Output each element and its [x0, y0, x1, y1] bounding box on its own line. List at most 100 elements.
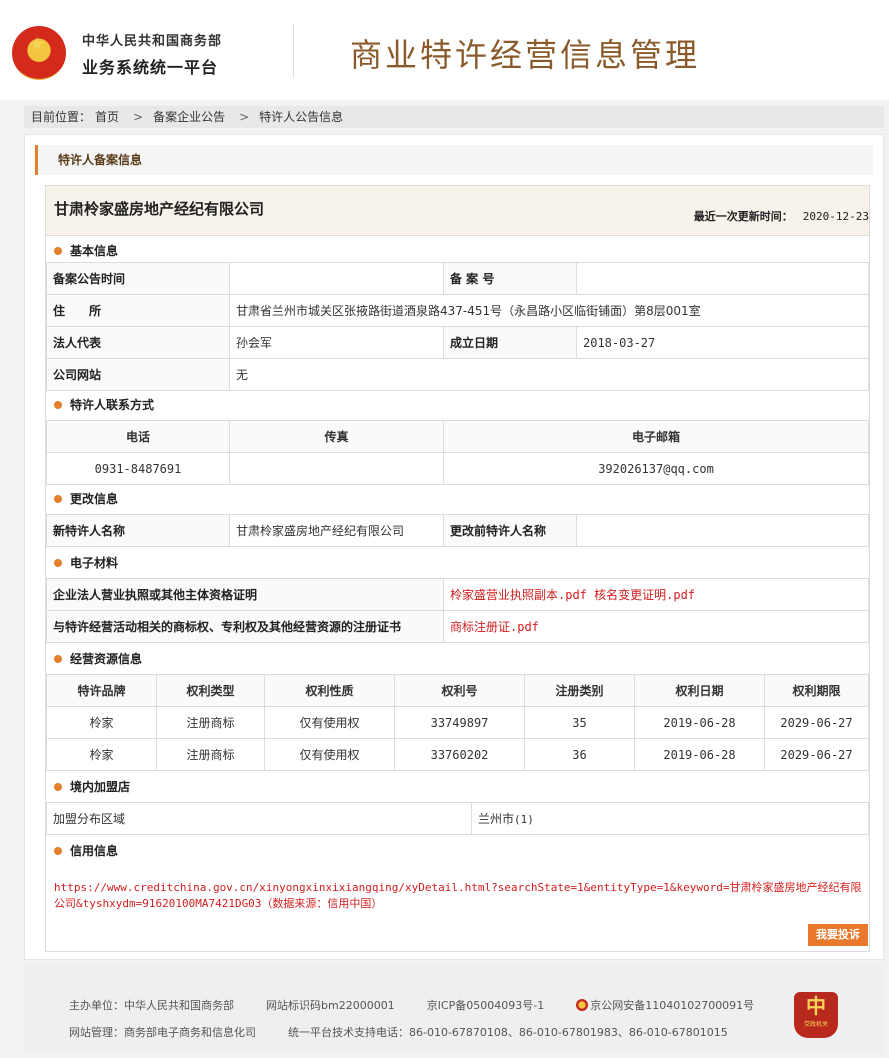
col-right-term: 权利期限	[764, 674, 869, 707]
col-reg-class: 注册类别	[524, 674, 635, 707]
section-resources: 经营资源信息	[46, 644, 869, 674]
breadcrumb-current: 特许人公告信息	[259, 110, 344, 124]
company-bar: 甘肃柃家盛房地产经纪有限公司 最近一次更新时间： 2020-12-23	[46, 186, 869, 236]
old-name-label: 更改前特许人名称	[443, 514, 577, 547]
platform-name: 业务系统统一平台	[82, 58, 219, 77]
address-label: 住 所	[46, 294, 230, 327]
government-seal-icon[interactable]: 中 党政机关	[794, 992, 838, 1038]
company-name: 甘肃柃家盛房地产经纪有限公司	[54, 200, 265, 218]
table-row: 加盟分布区域 兰州市(1)	[46, 802, 869, 835]
area-value-link[interactable]: 兰州市	[478, 812, 514, 826]
section-title: 电子材料	[70, 556, 119, 570]
area-cell: 兰州市(1)	[471, 802, 869, 835]
old-name-value	[576, 514, 869, 547]
legal-rep-value: 孙会军	[229, 326, 444, 359]
phone-header: 电话	[46, 420, 230, 453]
section-stores: 境内加盟店	[46, 772, 869, 802]
footer-management: 网站管理：商务部电子商务和信息化司	[69, 1026, 256, 1039]
footer-support: 统一平台技术支持电话：86-010-67870108、86-010-678019…	[288, 1026, 728, 1039]
section-title: 特许人联系方式	[70, 398, 155, 412]
filing-time-label: 备案公告时间	[46, 262, 230, 295]
cell-brand: 柃家	[46, 738, 157, 771]
footer-police-link[interactable]: 京公网安备11040102700091号	[590, 999, 754, 1012]
breadcrumb-filing-notice[interactable]: 备案企业公告	[153, 110, 225, 124]
system-title: 商业特许经营信息管理	[350, 36, 701, 74]
section-title: 信用信息	[70, 844, 119, 858]
seal-caption: 党政机关	[803, 1021, 828, 1028]
cell-right-term: 2029-06-27	[764, 738, 869, 771]
table-row: 住 所 甘肃省兰州市城关区张掖路街道酒泉路437-451号（永昌路小区临街铺面）…	[46, 294, 869, 327]
filing-no-value	[576, 262, 869, 295]
cell-right-term: 2029-06-27	[764, 706, 869, 739]
table-header-row: 特许品牌 权利类型 权利性质 权利号 注册类别 权利日期 权利期限	[46, 674, 869, 707]
franchisor-card: 甘肃柃家盛房地产经纪有限公司 最近一次更新时间： 2020-12-23 基本信息 …	[45, 185, 870, 952]
bullet-icon	[54, 559, 62, 567]
contact-table: 电话 传真 电子邮箱 0931-8487691 392026137@qq.com	[46, 420, 869, 485]
cell-brand: 柃家	[46, 706, 157, 739]
breadcrumb-separator: >	[239, 110, 250, 124]
cell-right-nature: 仅有使用权	[264, 738, 395, 771]
new-name-label: 新特许人名称	[46, 514, 230, 547]
breadcrumb-prefix: 目前位置：	[31, 110, 92, 124]
footer-site-id: 网站标识码bm22000001	[266, 999, 395, 1012]
change-table: 新特许人名称 甘肃柃家盛房地产经纪有限公司 更改前特许人名称	[46, 514, 869, 547]
table-row: 法人代表 孙会军 成立日期 2018-03-27	[46, 326, 869, 359]
resources-table: 特许品牌 权利类型 权利性质 权利号 注册类别 权利日期 权利期限 柃家 注册商…	[46, 674, 869, 771]
update-value: 2020-12-23	[802, 210, 869, 223]
table-row: 0931-8487691 392026137@qq.com	[46, 452, 869, 485]
table-row: 备案公告时间 备 案 号	[46, 262, 869, 295]
cell-right-type: 注册商标	[156, 706, 265, 739]
fax-header: 传真	[229, 420, 444, 453]
website-label: 公司网站	[46, 358, 230, 391]
license-files-link[interactable]: 柃家盛营业执照副本.pdf 核名变更证明.pdf	[443, 578, 869, 611]
area-count: (1)	[514, 813, 534, 826]
filing-no-label: 备 案 号	[443, 262, 577, 295]
trademark-label: 与特许经营活动相关的商标权、专利权及其他经营资源的注册证书	[46, 610, 444, 643]
col-right-no: 权利号	[394, 674, 525, 707]
section-title: 经营资源信息	[70, 652, 143, 666]
section-change: 更改信息	[46, 484, 869, 514]
complaint-button[interactable]: 我要投诉	[808, 924, 868, 946]
bullet-icon	[54, 247, 62, 255]
breadcrumb-separator: >	[133, 110, 144, 124]
col-right-date: 权利日期	[634, 674, 765, 707]
table-row: 公司网站 无	[46, 358, 869, 391]
footer-line-2: 网站管理：商务部电子商务和信息化司 统一平台技术支持电话：86-010-67870…	[69, 1024, 760, 1040]
phone-value: 0931-8487691	[46, 452, 230, 485]
cell-right-date: 2019-06-28	[634, 706, 765, 739]
col-brand: 特许品牌	[46, 674, 157, 707]
email-header: 电子邮箱	[443, 420, 869, 453]
bullet-icon	[54, 401, 62, 409]
cell-right-no: 33749897	[394, 706, 525, 739]
cell-right-no: 33760202	[394, 738, 525, 771]
area-label: 加盟分布区域	[46, 802, 472, 835]
col-right-nature: 权利性质	[264, 674, 395, 707]
trademark-file-link[interactable]: 商标注册证.pdf	[443, 610, 869, 643]
founded-label: 成立日期	[443, 326, 577, 359]
fax-value	[229, 452, 444, 485]
section-credit: 信用信息	[46, 836, 869, 866]
table-row: 企业法人营业执照或其他主体资格证明 柃家盛营业执照副本.pdf 核名变更证明.p…	[46, 578, 869, 611]
address-value: 甘肃省兰州市城关区张掖路街道酒泉路437-451号（永昌路小区临街铺面）第8层0…	[229, 294, 869, 327]
breadcrumb-home[interactable]: 首页	[95, 110, 119, 124]
header-divider	[293, 24, 294, 78]
ministry-name: 中华人民共和国商务部	[82, 34, 223, 49]
footer-police-wrap: 京公网安备11040102700091号	[576, 999, 786, 1012]
seal-glyph: 中	[806, 994, 826, 1018]
main-panel: 特许人备案信息 甘肃柃家盛房地产经纪有限公司 最近一次更新时间： 2020-12-…	[24, 134, 884, 960]
site-footer: 主办单位：中华人民共和国商务部 网站标识码bm22000001 京ICP备05004…	[24, 964, 884, 1054]
cell-right-nature: 仅有使用权	[264, 706, 395, 739]
materials-table: 企业法人营业执照或其他主体资格证明 柃家盛营业执照副本.pdf 核名变更证明.p…	[46, 578, 869, 643]
founded-value: 2018-03-27	[576, 326, 869, 359]
license-label: 企业法人营业执照或其他主体资格证明	[46, 578, 444, 611]
section-title: 基本信息	[70, 244, 119, 258]
footer-line-1: 主办单位：中华人民共和国商务部 网站标识码bm22000001 京ICP备05004…	[69, 997, 818, 1013]
section-contact: 特许人联系方式	[46, 390, 869, 420]
table-row: 新特许人名称 甘肃柃家盛房地产经纪有限公司 更改前特许人名称	[46, 514, 869, 547]
panel-title: 特许人备案信息	[35, 145, 873, 175]
footer-sponsor: 主办单位：中华人民共和国商务部	[69, 999, 234, 1012]
footer-icp-link[interactable]: 京ICP备05004093号-1	[427, 999, 545, 1012]
table-row: 电话 传真 电子邮箱	[46, 420, 869, 453]
credit-link[interactable]: https://www.creditchina.gov.cn/xinyongxi…	[54, 880, 864, 912]
site-header: ★ 中华人民共和国商务部 业务系统统一平台 商业特许经营信息管理	[0, 0, 889, 100]
